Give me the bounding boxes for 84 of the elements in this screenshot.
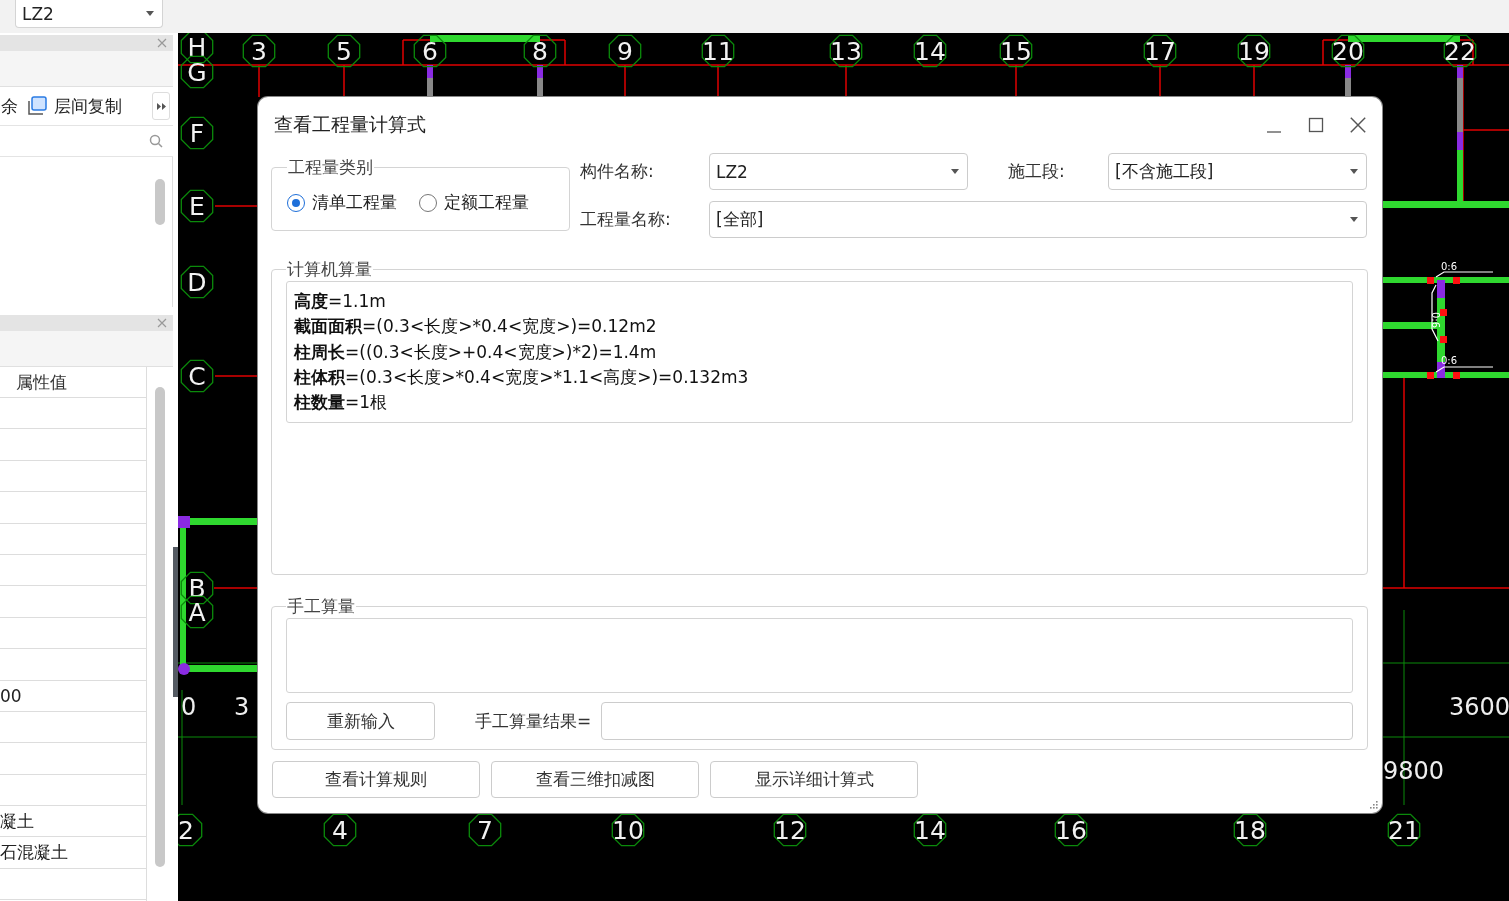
radio-option[interactable]: 清单工程量 xyxy=(287,191,397,214)
formula-line: 柱周长=((0.3<长度>+0.4<宽度>)*2)=1.4m xyxy=(294,340,657,364)
quantity-name-select[interactable]: [全部] xyxy=(709,201,1367,238)
scrollbar-thumb[interactable] xyxy=(155,179,165,225)
axis-marker: 5 xyxy=(327,34,361,68)
axis-marker: A xyxy=(180,595,214,629)
axis-marker: 21 xyxy=(1387,813,1421,847)
dropdown-caret-icon xyxy=(1350,217,1358,222)
axis-marker: 7 xyxy=(468,813,502,847)
manual-input-area[interactable] xyxy=(286,618,1353,693)
axis-marker: 18 xyxy=(1233,813,1267,847)
field-label: 构件名称: xyxy=(580,160,655,183)
axis-marker: 9 xyxy=(608,34,642,68)
axis-marker: D xyxy=(180,265,214,299)
floor-copy-button[interactable]: 层间复制 xyxy=(26,94,122,118)
dimension-label: 9800 xyxy=(1383,757,1445,785)
radio-option[interactable]: 定额工程量 xyxy=(419,191,529,214)
resize-grip-icon[interactable] xyxy=(1368,799,1378,809)
window-title: 查看工程量计算式 xyxy=(273,111,426,137)
axis-marker: 10 xyxy=(611,813,645,847)
axis-marker: G xyxy=(180,55,214,89)
dimension-label: 0:6 xyxy=(1430,311,1441,329)
dropdown-caret-icon xyxy=(1350,169,1358,174)
dimension-label: 3600 xyxy=(1449,693,1509,721)
dimension-label: 3 xyxy=(234,693,250,721)
axis-marker: 17 xyxy=(1143,34,1177,68)
formula-text-area[interactable]: 高度=1.1m 截面面积=(0.3<长度>*0.4<宽度>)=0.12m2 柱周长=((0.3<长度>+0.4<宽度>)*2)=1.4m 柱体积=(0.3<长度>*0.4<宽度>*1.1<高度>)=0.132m3 柱数量=1根 xyxy=(286,281,1353,424)
axis-marker: 14 xyxy=(913,34,947,68)
double-chevron-icon xyxy=(156,102,166,110)
dialog-button[interactable]: 查看三维扣减图 xyxy=(491,761,699,798)
close-icon[interactable] xyxy=(157,38,167,48)
axis-marker: E xyxy=(180,189,214,223)
dropdown-caret-icon xyxy=(951,169,959,174)
axis-marker: 11 xyxy=(701,34,735,68)
axis-marker: 8 xyxy=(523,34,557,68)
group-legend: 计算机算量 xyxy=(286,258,373,281)
re-enter-button[interactable]: 重新输入 xyxy=(286,702,435,740)
property-value: 凝土 xyxy=(0,809,34,833)
formula-line: 高度=1.1m xyxy=(294,290,386,313)
component-name-select[interactable]: LZ2 xyxy=(709,153,968,190)
dialog-button[interactable]: 查看计算规则 xyxy=(272,761,480,798)
axis-marker: 4 xyxy=(323,813,357,847)
column-header: 属性值 xyxy=(0,367,147,398)
close-icon[interactable] xyxy=(157,318,167,328)
axis-marker: 12 xyxy=(773,813,807,847)
axis-marker: 16 xyxy=(1054,813,1088,847)
formula-line: 柱数量=1根 xyxy=(294,391,388,415)
result-label: 手工算量结果= xyxy=(475,709,592,733)
field-label: 施工段: xyxy=(1007,160,1066,183)
property-value: 00 xyxy=(0,685,22,706)
splitter-handle[interactable] xyxy=(173,547,178,697)
axis-marker: 15 xyxy=(999,34,1033,68)
axis-marker: F xyxy=(180,116,214,150)
property-value: 石混凝土 xyxy=(0,841,68,865)
minimize-icon xyxy=(1267,130,1281,133)
more-button[interactable] xyxy=(152,92,170,120)
formula-line: 柱体积=(0.3<长度>*0.4<宽度>*1.1<高度>)=0.132m3 xyxy=(294,365,749,389)
result-input-field[interactable] xyxy=(601,702,1353,740)
formula-line: 截面面积=(0.3<长度>*0.4<宽度>)=0.12m2 xyxy=(294,315,657,339)
group-legend: 工程量类别 xyxy=(287,156,374,179)
axis-marker: H xyxy=(180,33,214,64)
component-select[interactable]: LZ2 xyxy=(15,0,163,28)
axis-marker: 13 xyxy=(829,34,863,68)
axis-marker: 2 xyxy=(178,813,203,847)
copy-icon xyxy=(26,96,48,116)
dimension-label: 0 xyxy=(181,693,197,721)
dialog-button[interactable]: 显示详细计算式 xyxy=(710,761,918,798)
stage-select[interactable]: [不含施工段] xyxy=(1108,153,1367,190)
delete-button[interactable]: 余 xyxy=(1,94,18,118)
axis-marker: C xyxy=(180,359,214,393)
search-icon xyxy=(149,134,163,148)
axis-marker: 14 xyxy=(913,813,947,847)
maximize-icon xyxy=(1308,116,1324,133)
axis-marker: 19 xyxy=(1237,34,1271,68)
scrollbar-thumb[interactable] xyxy=(155,387,166,867)
dimension-label: 0:6 xyxy=(1441,261,1458,272)
dropdown-caret-icon xyxy=(146,11,154,16)
axis-marker: 3 xyxy=(242,34,276,68)
close-icon xyxy=(1349,115,1367,134)
axis-marker: 6 xyxy=(413,34,447,68)
group-legend: 手工算量 xyxy=(286,595,356,618)
search-field[interactable] xyxy=(0,125,173,157)
axis-marker: 20 xyxy=(1331,34,1365,68)
field-label: 工程量名称: xyxy=(580,208,672,231)
